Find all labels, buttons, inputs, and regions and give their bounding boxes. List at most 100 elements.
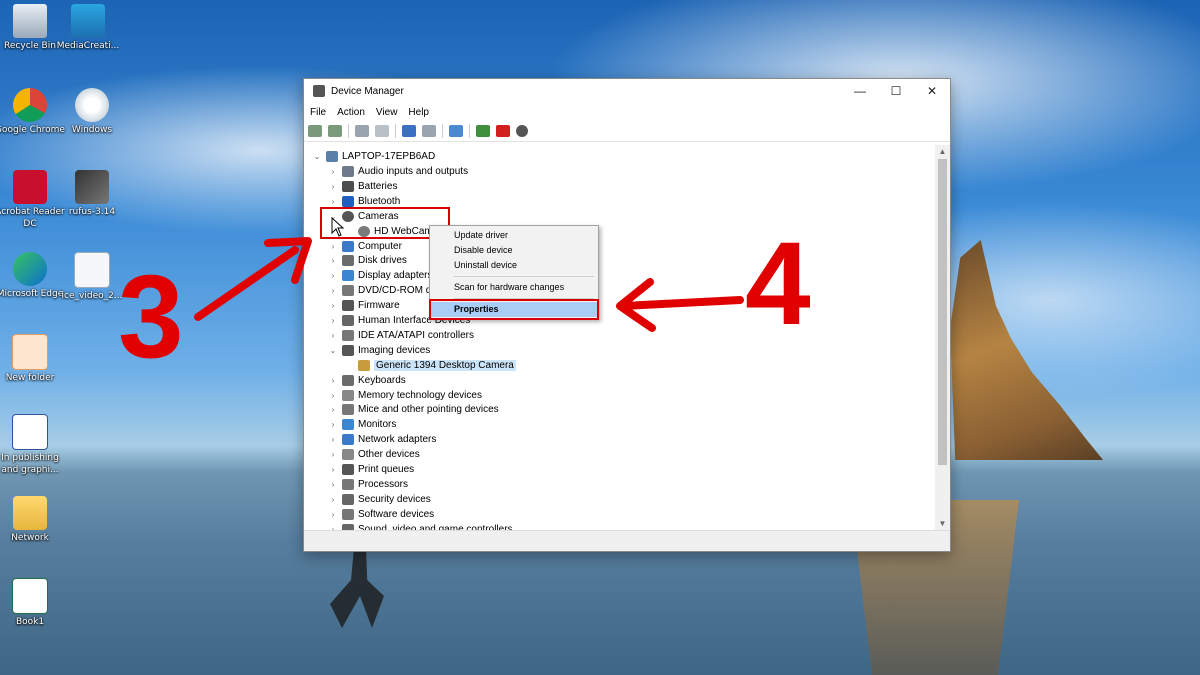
expand-chevron-icon[interactable]: ›: [328, 242, 338, 251]
expand-chevron-icon[interactable]: ›: [328, 316, 338, 325]
excel-file-icon: [12, 578, 48, 614]
maximize-button[interactable]: ☐: [878, 79, 914, 103]
collapse-chevron-icon[interactable]: ⌄: [328, 346, 338, 355]
context-menu-uninstall-device[interactable]: Uninstall device: [430, 258, 598, 273]
properties-highlight-box: [429, 299, 599, 320]
expand-chevron-icon[interactable]: ›: [328, 480, 338, 489]
menu-action[interactable]: Action: [337, 107, 365, 118]
back-icon[interactable]: [308, 125, 322, 137]
desktop-icon-chrome[interactable]: Google Chrome: [0, 88, 65, 136]
tree-item[interactable]: › Print queues: [328, 462, 414, 477]
desktop-icon-acrobat[interactable]: Acrobat Reader DC: [0, 170, 65, 230]
tree-item[interactable]: › IDE ATA/ATAPI controllers: [328, 328, 474, 343]
expand-chevron-icon[interactable]: ›: [328, 376, 338, 385]
expand-chevron-icon[interactable]: ›: [328, 197, 338, 206]
tree-item[interactable]: › Computer: [328, 239, 402, 254]
collapse-chevron-icon[interactable]: ⌄: [312, 152, 322, 161]
tree-item-label: Computer: [358, 240, 402, 252]
tree-item[interactable]: › Audio inputs and outputs: [328, 164, 468, 179]
expand-chevron-icon[interactable]: ›: [328, 286, 338, 295]
tree-item[interactable]: › Other devices: [328, 447, 420, 462]
device-category-icon: [342, 300, 354, 312]
desktop-icon-windows-iso[interactable]: Windows: [57, 88, 127, 136]
tree-item[interactable]: Generic 1394 Desktop Camera: [344, 358, 516, 373]
properties-sheet-icon[interactable]: [375, 125, 389, 137]
expand-chevron-icon[interactable]: ›: [328, 331, 338, 340]
desktop-icon-video[interactable]: ice_video_2...: [57, 252, 127, 302]
minimize-button[interactable]: —: [842, 79, 878, 103]
desktop-icon-label: Microsoft Edge: [0, 289, 64, 299]
toolbar-separator: [469, 124, 470, 138]
action-pane-icon[interactable]: [422, 125, 436, 137]
arrow-to-properties-icon: [616, 278, 744, 332]
expand-chevron-icon[interactable]: ›: [328, 391, 338, 400]
expand-chevron-icon[interactable]: ›: [328, 465, 338, 474]
computer-icon: [326, 151, 338, 162]
expand-chevron-icon[interactable]: ›: [328, 182, 338, 191]
device-category-icon: [342, 285, 354, 297]
tree-root[interactable]: ⌄ LAPTOP-17EPB6AD: [312, 149, 435, 164]
close-button[interactable]: ✕: [914, 79, 950, 103]
tree-item[interactable]: › Network adapters: [328, 432, 436, 447]
expand-chevron-icon[interactable]: ›: [328, 256, 338, 265]
scan-hardware-icon[interactable]: [449, 125, 463, 137]
tree-item[interactable]: › Display adapters: [328, 268, 432, 283]
disable-device-icon[interactable]: [516, 125, 528, 137]
edge-icon: [13, 252, 47, 286]
desktop-icon-word-doc[interactable]: In publishing and graphi...: [0, 414, 65, 476]
scrollbar-thumb[interactable]: [938, 159, 947, 465]
tree-item[interactable]: › Memory technology devices: [328, 388, 482, 403]
tree-item[interactable]: ⌄ Imaging devices: [328, 343, 430, 358]
tree-item[interactable]: › Disk drives: [328, 253, 407, 268]
menu-file[interactable]: File: [310, 107, 326, 118]
tree-item[interactable]: › Firmware: [328, 298, 400, 313]
expand-chevron-icon[interactable]: ›: [328, 271, 338, 280]
expand-chevron-icon[interactable]: ›: [328, 405, 338, 414]
tree-item-label: Other devices: [358, 449, 420, 461]
help-icon[interactable]: [402, 125, 416, 137]
forward-icon[interactable]: [328, 125, 342, 137]
desktop-icon-media-creation[interactable]: MediaCreati...: [53, 4, 123, 52]
tree-item[interactable]: › Processors: [328, 477, 408, 492]
device-category-icon: [342, 434, 354, 446]
tree-item-label: Audio inputs and outputs: [358, 166, 469, 177]
context-menu-disable-device[interactable]: Disable device: [430, 243, 598, 258]
expand-chevron-icon[interactable]: ›: [328, 495, 338, 504]
menu-view[interactable]: View: [376, 107, 398, 118]
disc-image-icon: [75, 88, 109, 122]
chrome-icon: [13, 88, 47, 122]
expand-chevron-icon[interactable]: ›: [328, 450, 338, 459]
menu-help[interactable]: Help: [408, 107, 429, 118]
scroll-up-icon[interactable]: ▲: [935, 145, 950, 159]
desktop-icon-label: ice_video_2...: [61, 291, 123, 301]
desktop-icon-edge[interactable]: Microsoft Edge: [0, 252, 65, 300]
window-title: Device Manager: [331, 85, 404, 97]
desktop-icon-rufus[interactable]: rufus-3.14: [57, 170, 127, 218]
tree-item[interactable]: › Security devices: [328, 492, 431, 507]
context-menu-scan-hardware[interactable]: Scan for hardware changes: [430, 280, 598, 295]
expand-chevron-icon[interactable]: ›: [328, 435, 338, 444]
toolbar-separator: [348, 124, 349, 138]
tree-item-label: Imaging devices: [358, 344, 431, 356]
desktop-icon-label: MediaCreati...: [56, 41, 120, 51]
uninstall-icon[interactable]: [496, 125, 510, 137]
update-driver-icon[interactable]: [476, 125, 490, 137]
expand-chevron-icon[interactable]: ›: [328, 167, 338, 176]
expand-chevron-icon[interactable]: ›: [328, 420, 338, 429]
show-hide-console-tree-icon[interactable]: [355, 125, 369, 137]
tree-item[interactable]: › Mice and other pointing devices: [328, 402, 499, 417]
vertical-scrollbar[interactable]: ▲ ▼: [935, 145, 950, 531]
desktop-icon-label: Book1: [15, 617, 45, 627]
expand-chevron-icon[interactable]: ›: [328, 510, 338, 519]
tree-item[interactable]: › Keyboards: [328, 373, 406, 388]
desktop-icon-new-folder[interactable]: New folder: [0, 334, 65, 384]
tree-item[interactable]: › Monitors: [328, 417, 396, 432]
expand-chevron-icon[interactable]: ›: [328, 301, 338, 310]
title-bar[interactable]: Device Manager — ☐ ✕: [304, 79, 950, 103]
tree-item[interactable]: › Batteries: [328, 179, 397, 194]
desktop-icon-book1[interactable]: Book1: [0, 578, 65, 628]
tree-item[interactable]: › Software devices: [328, 507, 434, 522]
desktop-icon-network[interactable]: Network: [0, 496, 65, 544]
context-menu-update-driver[interactable]: Update driver: [430, 228, 598, 243]
scroll-down-icon[interactable]: ▼: [935, 517, 950, 531]
